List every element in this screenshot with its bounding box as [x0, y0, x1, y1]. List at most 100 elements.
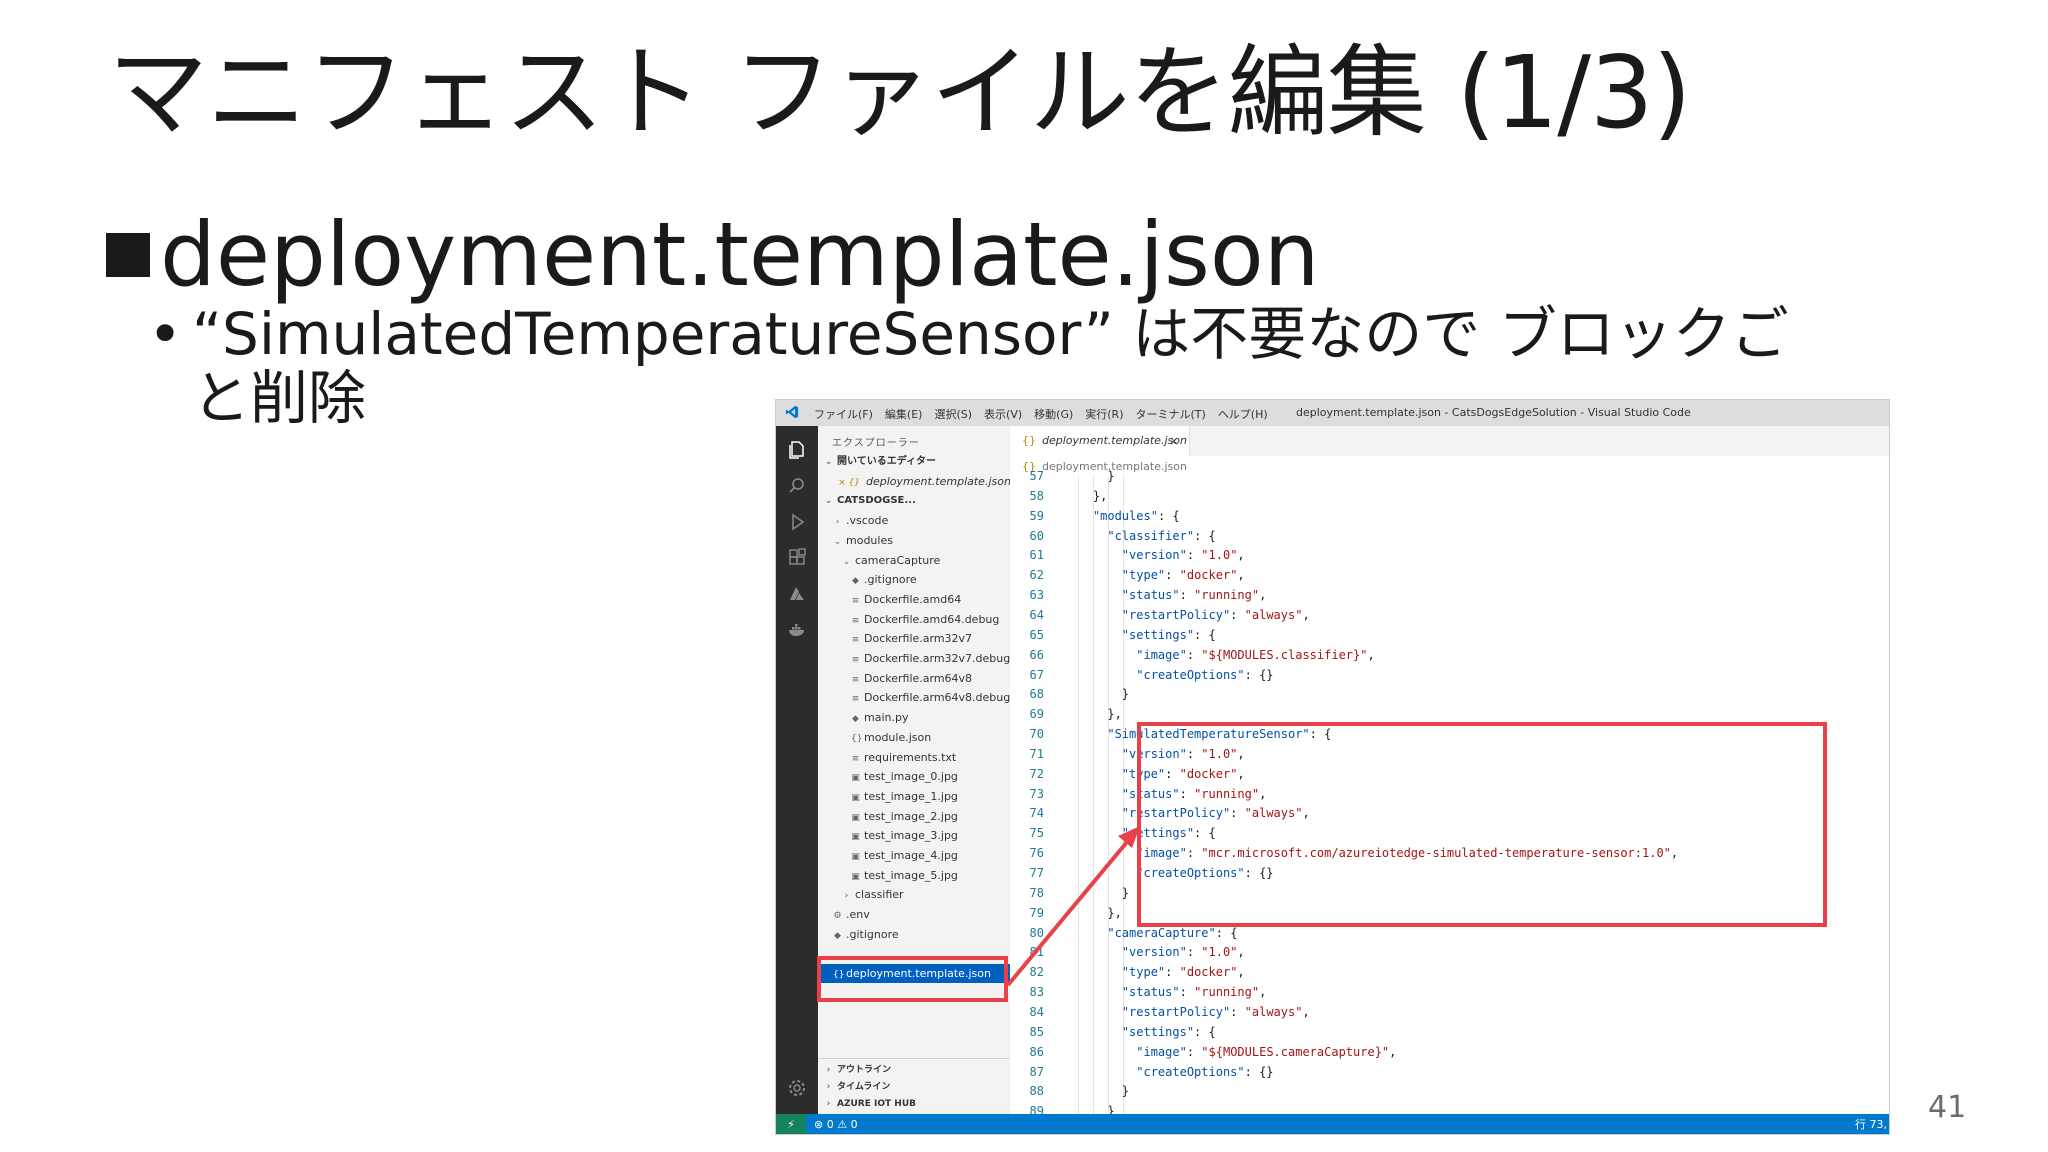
explorer-file[interactable]: ≡ requirements.txt: [818, 748, 1010, 767]
explorer-file[interactable]: ≡ Dockerfile.arm64v8.debug: [818, 688, 1011, 707]
azure-icon[interactable]: [787, 584, 807, 604]
code-text: "type": "docker",: [1121, 568, 1245, 583]
code-text: "cameraCapture": {: [1107, 925, 1238, 940]
explorer-file[interactable]: ◆ .gitignore: [818, 570, 1010, 589]
explorer-file[interactable]: ▣ test_image_0.jpg: [818, 767, 1010, 786]
line-number: 73: [1029, 786, 1044, 801]
explorer-file[interactable]: ▣ test_image_2.jpg: [818, 807, 1010, 826]
code-text: "createOptions": {}: [1136, 1064, 1274, 1079]
explorer-folder[interactable]: › classifier: [818, 885, 1010, 904]
explorer-file[interactable]: ≡ Dockerfile.arm32v7: [818, 629, 1010, 648]
activity-bar: [776, 426, 818, 1114]
code-line: 87 "createOptions": {}: [1010, 1062, 1889, 1082]
menu-item[interactable]: 編集(E): [885, 406, 923, 422]
line-number: 79: [1029, 905, 1044, 920]
gear-icon[interactable]: [787, 1078, 807, 1098]
cursor-position[interactable]: 行 73,: [1855, 1114, 1887, 1134]
file-type-icon: ≡: [851, 694, 860, 705]
code-line: 61 "version": "1.0",: [1010, 545, 1889, 565]
menu-item[interactable]: ターミナル(T): [1136, 406, 1206, 422]
explorer-label: 開いているエディター: [837, 456, 936, 467]
line-number: 75: [1029, 826, 1044, 841]
menu-item[interactable]: ヘルプ(H): [1218, 406, 1268, 422]
line-number: 86: [1029, 1044, 1044, 1059]
line-number: 69: [1029, 707, 1044, 722]
chevron-icon: ⌄: [824, 496, 833, 507]
file-type-icon: ▣: [851, 773, 860, 784]
sidebar-section-label: アウトライン: [837, 1065, 892, 1075]
menu-item[interactable]: 実行(R): [1085, 406, 1123, 422]
bullet-main: deployment.template.json: [106, 200, 1319, 310]
explorer-file[interactable]: ▣ test_image_1.jpg: [818, 787, 1010, 806]
explorer-folder[interactable]: ⌄ modules: [818, 531, 1010, 550]
explorer-section[interactable]: ⌄ CATSDOGSE...: [818, 491, 1010, 510]
explorer-file[interactable]: ▣ test_image_4.jpg: [818, 846, 1010, 865]
explorer-file[interactable]: ≡ Dockerfile.amd64.debug: [818, 610, 1010, 629]
line-number: 83: [1029, 985, 1044, 1000]
line-number: 76: [1029, 846, 1044, 861]
code-line: 84 "restartPolicy": "always",: [1010, 1002, 1889, 1022]
explorer-file[interactable]: ◆ main.py: [818, 708, 1010, 727]
explorer-file[interactable]: ▣ test_image_3.jpg: [818, 826, 1010, 845]
code-text: }: [1064, 1084, 1130, 1099]
explorer-icon[interactable]: [787, 440, 807, 460]
explorer-label: requirements.txt: [864, 750, 957, 764]
code-line: 82 "type": "docker",: [1010, 962, 1889, 982]
menu-item[interactable]: 表示(V): [984, 406, 1022, 422]
chevron-right-icon: ›: [826, 1099, 831, 1109]
run-debug-icon[interactable]: [787, 512, 807, 532]
docker-icon[interactable]: [787, 620, 807, 640]
code-text: "createOptions": {}: [1136, 667, 1274, 682]
explorer-label: .vscode: [846, 514, 889, 528]
line-number: 72: [1029, 766, 1044, 781]
line-number: 74: [1029, 806, 1044, 821]
file-type-icon: ◆: [852, 714, 859, 725]
explorer-file[interactable]: × {} deployment.template.json: [818, 472, 1011, 491]
explorer-label: deployment.template.json: [866, 474, 1011, 488]
explorer-file[interactable]: ≡ Dockerfile.amd64: [818, 590, 1010, 609]
remote-indicator[interactable]: ⚡: [776, 1114, 806, 1134]
code-text: },: [1064, 488, 1108, 503]
line-number: 82: [1029, 965, 1044, 980]
sidebar-section[interactable]: › AZURE IOT HUB: [818, 1095, 1010, 1114]
code-line: 63 "status": "running",: [1010, 585, 1889, 605]
tab-bar: {} deployment.template.json ×: [1010, 426, 1889, 456]
code-line: 59 "modules": {: [1010, 506, 1889, 526]
explorer-label: .gitignore: [864, 573, 917, 587]
explorer-folder[interactable]: ⌄ cameraCapture: [818, 551, 1010, 570]
explorer-folder[interactable]: › .vscode: [818, 511, 1010, 530]
code-line: 86 "image": "${MODULES.cameraCapture}",: [1010, 1042, 1889, 1062]
file-type-icon: ▣: [851, 871, 860, 882]
json-file-icon: {}: [1022, 434, 1036, 447]
code-text: "version": "1.0",: [1121, 548, 1245, 563]
code-line: 67 "createOptions": {}: [1010, 665, 1889, 685]
explorer-file[interactable]: ≡ Dockerfile.arm64v8: [818, 669, 1010, 688]
explorer-file[interactable]: {} module.json: [818, 728, 1010, 747]
tab-deployment-template[interactable]: {} deployment.template.json ×: [1010, 426, 1190, 456]
extensions-icon[interactable]: [787, 548, 807, 568]
line-number: 63: [1029, 588, 1044, 603]
code-line: 62 "type": "docker",: [1010, 565, 1889, 585]
code-line: 58 },: [1010, 486, 1889, 506]
explorer-file[interactable]: ≡ Dockerfile.arm32v7.debug: [818, 649, 1011, 668]
explorer-file[interactable]: ▣ test_image_5.jpg: [818, 866, 1010, 885]
code-text: }: [1064, 687, 1130, 702]
line-number: 62: [1029, 568, 1044, 583]
menu-item[interactable]: 移動(G): [1034, 406, 1073, 422]
problems-indicator[interactable]: ⊗ 0 ⚠ 0: [814, 1114, 858, 1134]
file-type-icon: ▣: [851, 832, 860, 843]
explorer-file[interactable]: ⚙ .env: [818, 905, 1010, 924]
menu-item[interactable]: 選択(S): [934, 406, 972, 422]
menu-item[interactable]: ファイル(F): [814, 406, 873, 422]
file-type-icon: ≡: [851, 595, 860, 606]
code-line: 57 }: [1010, 466, 1889, 486]
code-text: "settings": {: [1121, 627, 1216, 642]
explorer-section[interactable]: ⌄ 開いているエディター: [818, 452, 1010, 471]
close-icon[interactable]: ×: [1169, 426, 1179, 456]
sidebar-section-label: タイムライン: [837, 1082, 891, 1092]
vscode-logo-icon: [785, 405, 799, 419]
chevron-icon: ›: [844, 891, 849, 902]
explorer-label: test_image_5.jpg: [864, 868, 958, 882]
explorer-file[interactable]: ◆ .gitignore: [818, 925, 1010, 944]
search-icon[interactable]: [787, 476, 807, 496]
